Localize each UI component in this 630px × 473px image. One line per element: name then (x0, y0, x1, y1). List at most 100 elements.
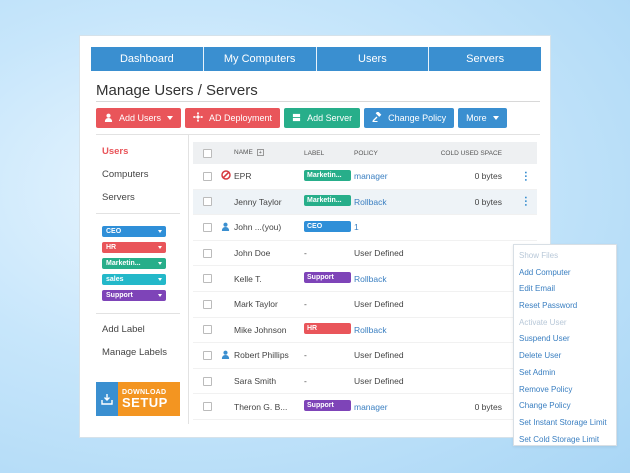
sidebar-label-tag[interactable]: CEO (102, 226, 166, 237)
row-checkbox[interactable] (202, 325, 212, 335)
nav-dashboard[interactable]: Dashboard (91, 47, 204, 71)
manage-labels-link[interactable]: Manage Labels (96, 341, 180, 364)
table-row[interactable]: Theron G. B...Supportmanager0 bytes··· (193, 394, 537, 420)
sidebar-item-computers[interactable]: Computers (96, 163, 180, 186)
row-label-cell: Support (304, 400, 354, 413)
title-divider (96, 101, 540, 102)
row-checkbox[interactable] (202, 274, 212, 284)
admin-user-icon (221, 350, 230, 361)
select-all-checkbox[interactable] (202, 148, 212, 158)
sidebar-item-servers[interactable]: Servers (96, 186, 180, 209)
toolbar-divider (96, 134, 540, 135)
chevron-down-icon (158, 278, 162, 281)
table-row[interactable]: Kelle T. Support Rollback (193, 266, 537, 292)
more-button[interactable]: More (458, 108, 507, 128)
row-name: EPR (234, 171, 252, 182)
gavel-icon (372, 111, 382, 124)
sort-icon[interactable]: + (256, 149, 264, 157)
row-label-cell: - (304, 350, 354, 360)
download-setup-button[interactable]: DOWNLOAD SETUP (96, 382, 180, 416)
table-row[interactable]: John Doe - User Defined (193, 241, 537, 267)
row-name: Jenny Taylor (234, 196, 282, 207)
chevron-down-icon (158, 246, 162, 249)
row-label-cell: Support (304, 272, 354, 285)
header-name[interactable]: NAME (234, 150, 253, 157)
menu-item-delete-user[interactable]: Delete User (514, 348, 616, 365)
row-name: Kelle T. (234, 273, 262, 284)
row-name: John Doe (234, 248, 271, 259)
row-label-tag: Marketin... (304, 169, 351, 181)
table-row[interactable]: EPR Marketin... manager 0 bytes ··· (193, 164, 537, 190)
menu-item-add-computer[interactable]: Add Computer (514, 265, 616, 282)
menu-item-set-admin[interactable]: Set Admin (514, 365, 616, 382)
change-policy-button[interactable]: Change Policy (364, 108, 455, 128)
sidebar-label-tag[interactable]: Support (102, 290, 166, 301)
row-checkbox[interactable] (202, 376, 212, 386)
add-server-label: Add Server (307, 113, 353, 123)
row-policy[interactable]: manager (354, 402, 424, 412)
row-checkbox-cell (193, 299, 221, 309)
row-checkbox[interactable] (202, 299, 212, 309)
add-label-link[interactable]: Add Label (96, 318, 180, 341)
nav-my-computers[interactable]: My Computers (203, 47, 317, 71)
server-icon (292, 113, 301, 124)
row-menu-icon[interactable]: ··· (519, 196, 531, 207)
table-row[interactable]: Mike Johnson HR Rollback (193, 318, 537, 344)
menu-item-suspend-user[interactable]: Suspend User (514, 331, 616, 348)
row-label-cell: - (304, 299, 354, 309)
row-name: John ...(you) (234, 222, 282, 233)
menu-item-change-policy[interactable]: Change Policy (514, 398, 616, 415)
add-users-button[interactable]: Add Users (96, 108, 182, 128)
chevron-down-icon (158, 230, 162, 233)
sidebar-label-tag[interactable]: Marketin... (102, 258, 166, 269)
chevron-down-icon (158, 262, 162, 265)
nav-servers[interactable]: Servers (429, 47, 541, 71)
add-user-icon (104, 113, 113, 124)
row-checkbox[interactable] (202, 350, 212, 360)
sidebar-divider (96, 213, 180, 214)
row-menu-cell: ··· (512, 196, 537, 207)
row-checkbox[interactable] (202, 197, 212, 207)
sidebar-separator (188, 134, 189, 424)
table-row[interactable]: Sara Smith - User Defined (193, 369, 537, 395)
users-table: NAME + LABEL POLICY COLD USED SPACE EPR Ma… (193, 142, 537, 420)
table-row[interactable]: John ...(you) CEO 1 (193, 215, 537, 241)
nav-users[interactable]: Users (316, 47, 430, 71)
row-checkbox-cell (193, 376, 221, 386)
row-name: Theron G. B... (234, 401, 288, 412)
menu-item-edit-email[interactable]: Edit Email (514, 281, 616, 298)
sidebar-label-tag[interactable]: sales (102, 274, 166, 285)
blocked-icon (221, 170, 231, 182)
row-policy: User Defined (354, 248, 404, 259)
menu-item-reset-password[interactable]: Reset Password (514, 298, 616, 315)
row-policy[interactable]: Rollback (354, 325, 424, 335)
row-policy[interactable]: Rollback (354, 197, 424, 207)
row-checkbox[interactable] (202, 171, 212, 181)
ad-deployment-button[interactable]: AD Deployment (185, 108, 281, 128)
menu-item-set-cold-storage-limit[interactable]: Set Cold Storage Limit (514, 432, 616, 449)
sidebar-label-tag[interactable]: HR (102, 242, 166, 253)
row-policy[interactable]: manager (354, 171, 424, 181)
row-policy[interactable]: Rollback (354, 274, 424, 284)
table-row[interactable]: Mark Taylor - User Defined (193, 292, 537, 318)
row-checkbox[interactable] (202, 402, 212, 412)
menu-item-set-instant-storage-limit[interactable]: Set Instant Storage Limit (514, 415, 616, 432)
table-row[interactable]: Jenny Taylor Marketin... Rollback 0 bytes ··… (193, 189, 537, 216)
row-name: Sara Smith (234, 376, 277, 387)
row-checkbox[interactable] (202, 222, 212, 232)
row-label-cell: Marketin... (304, 195, 354, 208)
download-line2: SETUP (122, 395, 168, 410)
menu-item-remove-policy[interactable]: Remove Policy (514, 382, 616, 399)
tag-text: CEO (106, 228, 122, 235)
row-policy[interactable]: 1 (354, 222, 424, 232)
header-checkbox-cell (193, 148, 221, 158)
table-row[interactable]: Robert Phillips - User Defined (193, 343, 537, 369)
row-checkbox[interactable] (202, 248, 212, 258)
table-body: EPR Marketin... manager 0 bytes ··· Jenny Tay… (193, 164, 537, 420)
row-label-tag: CEO (304, 220, 351, 232)
row-policy: User Defined (354, 299, 404, 310)
add-server-button[interactable]: Add Server (284, 108, 361, 128)
sidebar-item-users[interactable]: Users (96, 140, 180, 163)
row-menu-icon[interactable]: ··· (519, 171, 531, 182)
header-label: LABEL (304, 149, 325, 157)
